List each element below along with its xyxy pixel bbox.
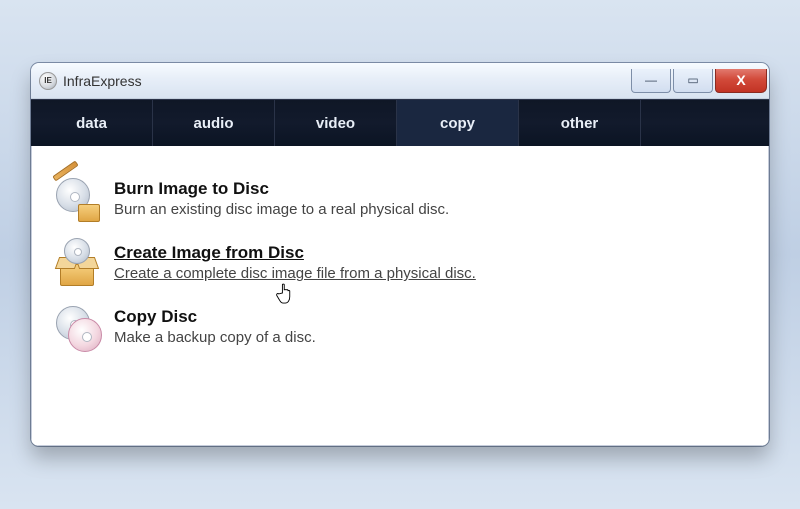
burn-disc-icon — [56, 178, 100, 222]
option-description: Burn an existing disc image to a real ph… — [114, 200, 449, 220]
tab-label: other — [561, 115, 599, 132]
option-create-image[interactable]: Create Image from Disc Create a complete… — [50, 232, 750, 296]
tab-audio[interactable]: audio — [153, 100, 275, 146]
app-icon: IE — [39, 72, 57, 90]
content-pane: Burn Image to Disc Burn an existing disc… — [31, 146, 769, 446]
titlebar[interactable]: IE InfraExpress — ▭ X — [31, 63, 769, 99]
tab-video[interactable]: video — [275, 100, 397, 146]
tab-copy[interactable]: copy — [397, 100, 519, 146]
option-title: Copy Disc — [114, 306, 316, 328]
option-title: Burn Image to Disc — [114, 178, 449, 200]
option-description: Make a backup copy of a disc. — [114, 328, 316, 348]
minimize-button[interactable]: — — [631, 69, 671, 93]
option-text: Copy Disc Make a backup copy of a disc. — [114, 306, 316, 348]
app-window: IE InfraExpress — ▭ X data audio video c… — [31, 63, 769, 446]
minimize-icon: — — [645, 73, 657, 87]
tab-other[interactable]: other — [519, 100, 641, 146]
close-button[interactable]: X — [715, 69, 767, 93]
option-text: Create Image from Disc Create a complete… — [114, 242, 476, 284]
tab-data[interactable]: data — [31, 100, 153, 146]
tab-label: copy — [440, 115, 475, 132]
tab-spacer — [641, 100, 769, 146]
window-title: InfraExpress — [63, 73, 142, 89]
tab-label: video — [316, 115, 355, 132]
option-description: Create a complete disc image file from a… — [114, 264, 476, 284]
maximize-button[interactable]: ▭ — [673, 69, 713, 93]
maximize-icon: ▭ — [687, 73, 698, 87]
option-burn-image[interactable]: Burn Image to Disc Burn an existing disc… — [50, 168, 750, 232]
create-image-icon — [56, 242, 100, 286]
copy-disc-icon — [56, 306, 100, 350]
option-copy-disc[interactable]: Copy Disc Make a backup copy of a disc. — [50, 296, 750, 360]
window-controls: — ▭ X — [631, 69, 769, 93]
option-title: Create Image from Disc — [114, 242, 476, 264]
close-icon: X — [736, 72, 745, 88]
option-text: Burn Image to Disc Burn an existing disc… — [114, 178, 449, 220]
tab-label: audio — [194, 115, 234, 132]
tab-label: data — [76, 115, 107, 132]
tab-bar: data audio video copy other — [31, 99, 769, 146]
